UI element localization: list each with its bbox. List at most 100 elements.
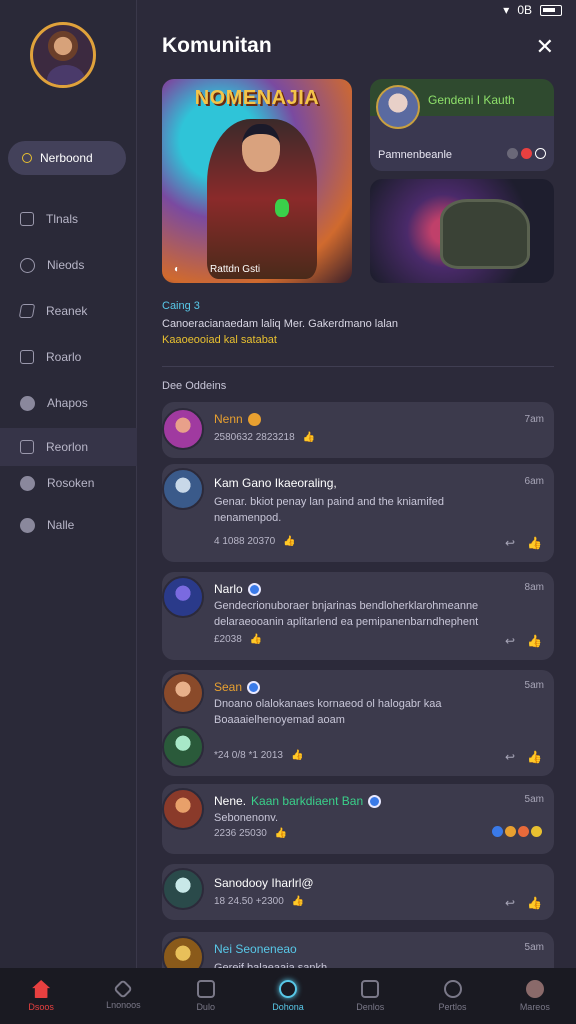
card-actions — [507, 148, 546, 159]
doc-icon — [20, 350, 34, 364]
post-item[interactable]: Kam Gano Ikaeoraling, 6am Genar. bkiot p… — [162, 464, 554, 562]
post-item[interactable]: Nei Seoneneao 5am Gereif balaeaaia sankh — [162, 932, 554, 968]
page-title: Komunitan — [162, 34, 272, 57]
featured-card-big[interactable]: NOMENAJIA ◐ Rattdn Gsti — [162, 79, 352, 283]
like-icon[interactable]: 👍 — [250, 634, 262, 645]
like-icon[interactable]: 👍 — [275, 828, 287, 839]
tab-calendar[interactable]: Denlos — [329, 968, 411, 1024]
sidebar-item-label: Tlnals — [46, 212, 79, 226]
play-icon: ◐ — [174, 264, 181, 275]
post-item[interactable]: Nenn 7am 2580632 2823218 👍 — [162, 402, 554, 458]
info-label: Caing 3 — [162, 300, 200, 312]
avatar — [162, 936, 204, 968]
post-time: 7am — [524, 414, 544, 425]
sidebar-active-label: Nerboond — [40, 151, 93, 165]
post-meta: 2580632 2823218 👍 — [214, 432, 315, 443]
post-name: Narlo — [214, 582, 261, 596]
like-icon[interactable]: 👍 — [527, 536, 542, 550]
tab-profile[interactable]: Mareos — [494, 968, 576, 1024]
post-meta: 2236 25030 👍 — [214, 828, 287, 839]
sidebar-item-label: Nalle — [47, 518, 75, 532]
tab-doc[interactable]: Dulo — [165, 968, 247, 1024]
reaction-icon[interactable] — [518, 826, 529, 837]
globe-icon — [20, 475, 35, 491]
post-meta: 4 1088 20370 👍 — [214, 536, 296, 547]
gem-icon — [275, 199, 289, 217]
sidebar: Nerboond Tlnals Nieods Reanek Roarlo Aha… — [0, 0, 137, 968]
sidebar-item-5[interactable]: Ahapos — [0, 384, 137, 422]
post-name: Nei Seoneneao — [214, 942, 297, 956]
card-title: Gendeni I Kauth — [428, 93, 515, 107]
post-name-text: Nei Seoneneao — [214, 942, 297, 956]
card-caption-text: Rattdn Gsti — [210, 264, 261, 275]
post-item[interactable]: Sean 5am Dnoano olalokanaes kornaeod ol … — [162, 670, 554, 776]
post-body: Gendecrionuboraer bnjarinas bendloherkla… — [214, 600, 479, 628]
game-logo: NOMENAJIA — [194, 87, 320, 109]
dot-icon — [507, 148, 518, 159]
share-icon[interactable]: ↩ — [505, 896, 515, 910]
tab-label: Mareos — [519, 1002, 550, 1012]
reaction-icon[interactable] — [492, 826, 503, 837]
featured-card-small-1[interactable]: Gendeni I Kauth Pamnenbeanle — [370, 79, 554, 171]
post-item[interactable]: Sanodooy Iharlrl@ 18 24.50 +2300 👍 ↩ 👍 — [162, 864, 554, 920]
like-icon[interactable]: 👍 — [527, 634, 542, 648]
divider — [162, 366, 554, 367]
sidebar-item-4[interactable]: Roarlo — [0, 338, 137, 376]
like-icon[interactable]: 👍 — [283, 536, 295, 547]
post-item[interactable]: Narlo 8am Gendecrionuboraer bnjarinas be… — [162, 572, 554, 660]
sidebar-item-7[interactable]: Rosoken — [0, 464, 137, 502]
sidebar-item-label: Rosoken — [47, 476, 95, 490]
gold-badge-icon — [247, 412, 261, 426]
share-icon[interactable]: ↩ — [505, 634, 515, 648]
like-icon[interactable]: 👍 — [527, 750, 542, 764]
sidebar-item-3[interactable]: Reanek — [0, 292, 137, 330]
verified-icon — [247, 680, 261, 694]
post-meta-text: *24 0/8 *1 2013 — [214, 750, 283, 761]
tab-label: Pertlos — [438, 1002, 467, 1012]
heart-icon[interactable] — [521, 148, 532, 159]
sidebar-item-8[interactable]: Nalle — [0, 506, 137, 544]
post-name-text: Nene. — [214, 794, 247, 808]
post-actions: ↩ 👍 — [505, 536, 542, 550]
share-icon[interactable]: ↩ — [505, 750, 515, 764]
like-icon[interactable]: 👍 — [527, 896, 542, 910]
sidebar-item-label: Roarlo — [46, 350, 82, 364]
sidebar-item-label: Nieods — [47, 258, 85, 272]
post-actions: ↩ 👍 — [505, 634, 542, 648]
like-icon[interactable]: 👍 — [292, 896, 304, 907]
close-icon[interactable]: ✕ — [536, 36, 554, 58]
tab-notifications[interactable]: Pertlos — [411, 968, 493, 1024]
post-time: 8am — [524, 582, 544, 593]
post-time: 5am — [524, 942, 544, 953]
tab-home[interactable]: Dsoos — [0, 968, 82, 1024]
chat-icon — [20, 257, 35, 273]
tab-community[interactable]: Dohona — [247, 968, 329, 1024]
post-item[interactable]: Nene. Kaan barkdiaent Ban 5am Sebonenonv.… — [162, 784, 554, 854]
post-name-text: Sean — [214, 680, 243, 694]
sidebar-active-item[interactable]: Nerboond — [8, 141, 126, 175]
diamond-icon — [113, 979, 134, 999]
profile-avatar[interactable] — [30, 22, 96, 88]
face-icon — [20, 517, 35, 533]
sidebar-item-1[interactable]: Tlnals — [0, 200, 137, 238]
tab-explore[interactable]: Lnonoos — [82, 968, 164, 1024]
sidebar-item-2[interactable]: Nieods — [0, 246, 137, 284]
sidebar-item-6[interactable]: Reorlon — [0, 428, 137, 466]
home-icon — [32, 980, 51, 998]
avatar — [162, 788, 204, 830]
info-icon[interactable] — [535, 148, 546, 159]
post-name-text: Sanodooy Iharlrl@ — [214, 876, 314, 890]
info-highlight: Kaaoeooiad kal satabat — [162, 334, 277, 346]
like-icon[interactable]: 👍 — [303, 432, 315, 443]
featured-card-small-2[interactable] — [370, 179, 554, 283]
post-meta-text: 2580632 2823218 — [214, 432, 295, 443]
avatar — [162, 408, 204, 450]
reaction-icon[interactable] — [505, 826, 516, 837]
avatar — [162, 672, 204, 714]
post-time: 5am — [524, 794, 544, 805]
search-icon — [22, 153, 32, 163]
like-icon[interactable]: 👍 — [291, 750, 303, 761]
reaction-icon[interactable] — [531, 826, 542, 837]
verified-icon — [247, 582, 261, 596]
share-icon[interactable]: ↩ — [505, 536, 515, 550]
